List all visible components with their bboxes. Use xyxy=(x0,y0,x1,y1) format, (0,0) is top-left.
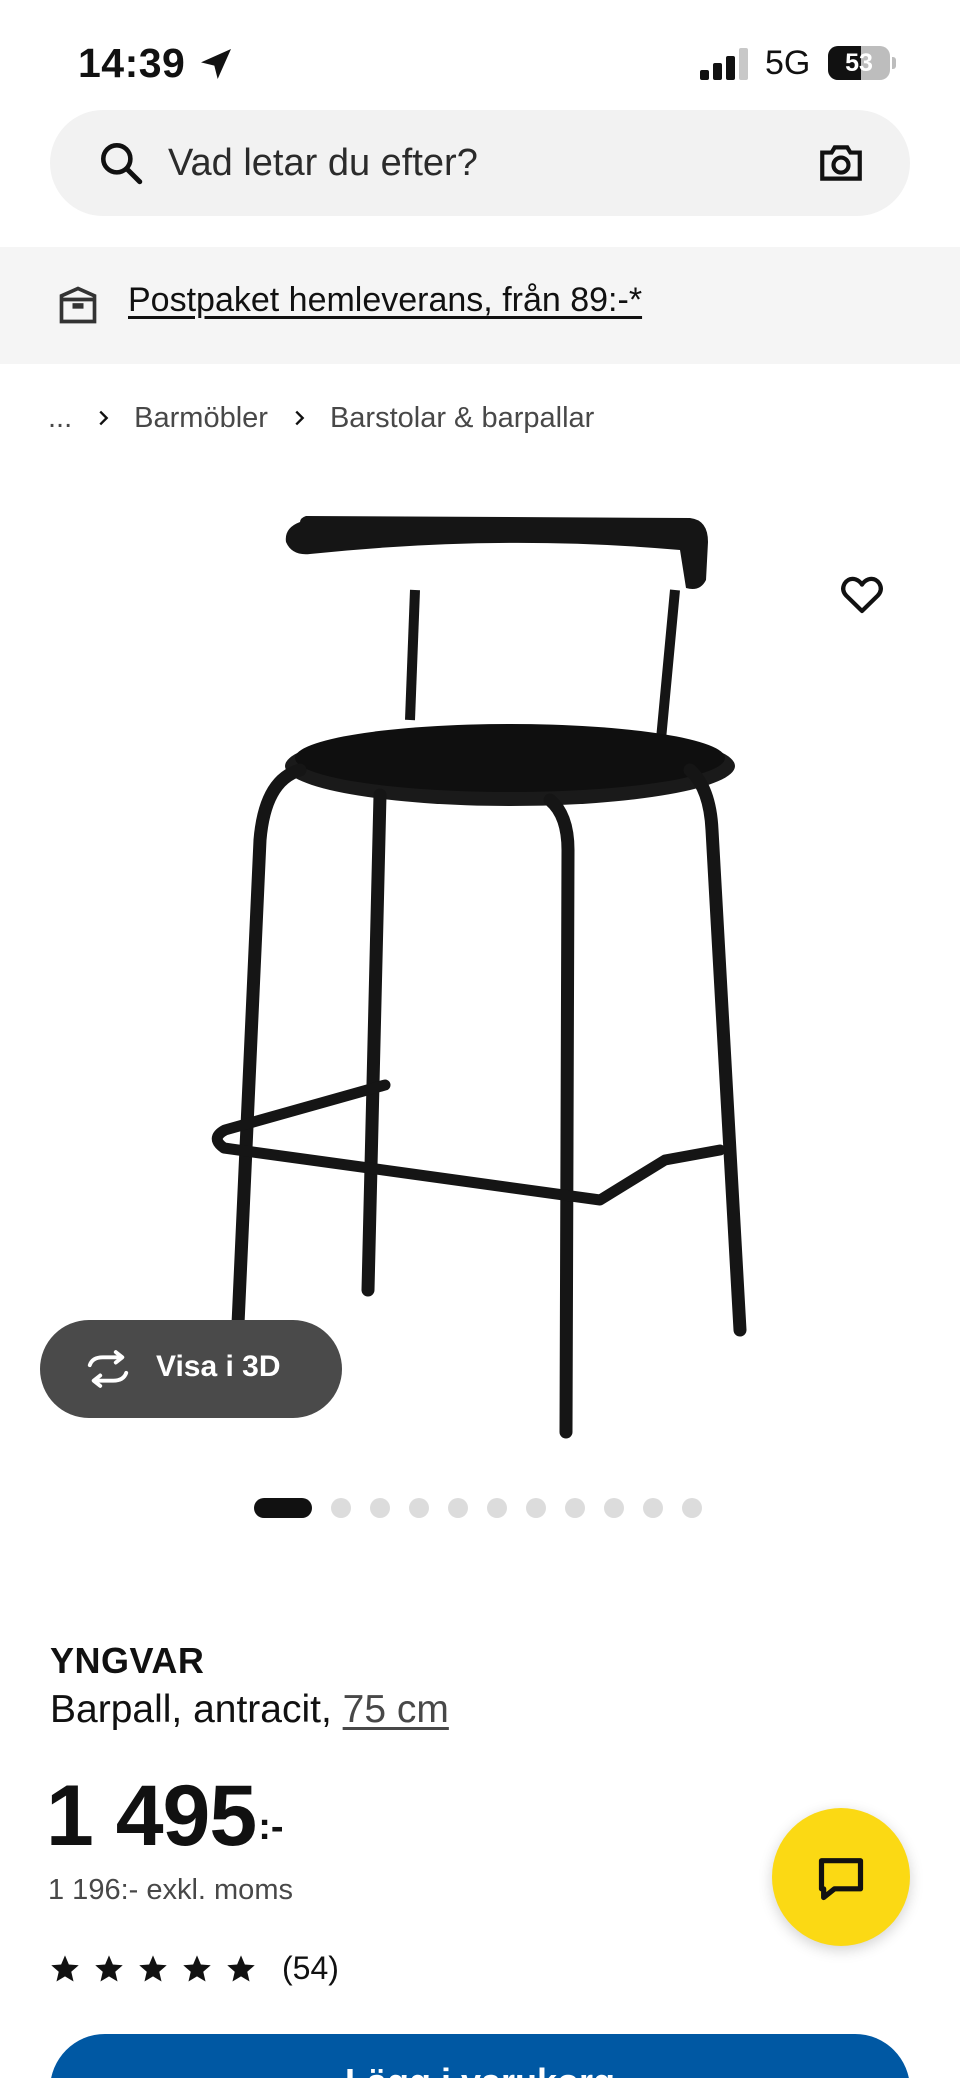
carousel-dot[interactable] xyxy=(643,1498,663,1518)
price-amount: 1 495 xyxy=(46,1768,257,1864)
price: 1 495 :- xyxy=(46,1768,284,1864)
signal-icon xyxy=(700,48,748,80)
product-rating[interactable]: (54) xyxy=(48,1950,339,1987)
view-3d-button[interactable]: Visa i 3D xyxy=(40,1320,342,1418)
breadcrumb-item-bar-furniture[interactable]: Barmöbler xyxy=(134,402,268,435)
breadcrumb-ellipsis[interactable]: ... xyxy=(48,402,72,435)
product-description: Barpall, antracit, 75 cm xyxy=(50,1688,449,1732)
carousel-dot[interactable] xyxy=(565,1498,585,1518)
rating-stars xyxy=(48,1953,268,1985)
product-name: YNGVAR xyxy=(50,1640,205,1681)
carousel-dot[interactable] xyxy=(487,1498,507,1518)
view-3d-label: Visa i 3D xyxy=(156,1350,281,1383)
product-type: Barpall, antracit, xyxy=(50,1688,343,1731)
search-input[interactable] xyxy=(168,136,728,190)
chat-button[interactable] xyxy=(772,1808,910,1946)
battery-level: 53 xyxy=(845,49,873,77)
carousel-dot-active[interactable] xyxy=(254,1498,312,1518)
carousel-dot[interactable] xyxy=(331,1498,351,1518)
rotate-3d-icon xyxy=(87,1350,129,1388)
star-icon xyxy=(183,1954,211,1982)
star-icon xyxy=(139,1954,167,1982)
location-arrow-icon xyxy=(201,49,231,79)
search-icon xyxy=(101,143,143,185)
parcel-icon xyxy=(59,286,97,324)
status-bar: 14:39 5G 53 xyxy=(0,0,960,120)
carousel-dot[interactable] xyxy=(448,1498,468,1518)
product-size-link[interactable]: 75 cm xyxy=(343,1688,449,1731)
carousel-dot[interactable] xyxy=(682,1498,702,1518)
network-type: 5G xyxy=(765,44,811,82)
breadcrumb: ... Barmöbler Barstolar & barpallar xyxy=(48,398,594,438)
rating-count[interactable]: (54) xyxy=(282,1950,339,1987)
carousel-dot[interactable] xyxy=(409,1498,429,1518)
add-to-cart-button[interactable]: Lägg i varukorg xyxy=(50,2034,910,2078)
chevron-right-icon xyxy=(295,410,305,426)
carousel-dot[interactable] xyxy=(526,1498,546,1518)
star-icon xyxy=(227,1954,255,1982)
heart-icon xyxy=(841,576,883,614)
status-time: 14:39 xyxy=(78,40,186,86)
delivery-banner: Postpaket hemleverans, från 89:-* xyxy=(0,247,960,364)
camera-icon[interactable] xyxy=(816,138,866,188)
chat-icon xyxy=(818,1858,864,1901)
star-icon xyxy=(51,1954,79,1982)
battery-indicator: 53 xyxy=(828,46,896,80)
search-bar[interactable] xyxy=(50,110,910,216)
chevron-right-icon xyxy=(99,410,109,426)
breadcrumb-item-bar-stools[interactable]: Barstolar & barpallar xyxy=(330,402,594,435)
favorite-button[interactable] xyxy=(820,553,904,637)
star-icon xyxy=(95,1954,123,1982)
product-image[interactable] xyxy=(0,470,960,1460)
carousel-dot[interactable] xyxy=(370,1498,390,1518)
price-suffix: :- xyxy=(258,1806,284,1848)
carousel-dot[interactable] xyxy=(604,1498,624,1518)
price-excl-vat: 1 196:- exkl. moms xyxy=(48,1874,293,1906)
delivery-link[interactable]: Postpaket hemleverans, från 89:-* xyxy=(128,281,642,320)
